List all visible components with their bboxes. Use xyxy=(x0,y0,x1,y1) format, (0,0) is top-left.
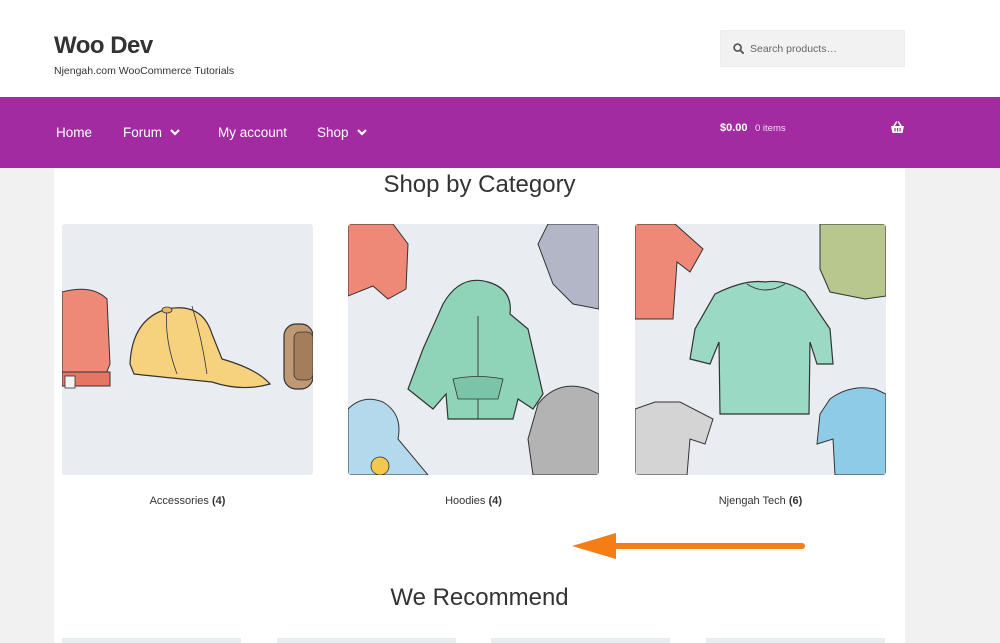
category-card-hoodies[interactable]: Hoodies (4) xyxy=(348,224,599,507)
product-card-placeholder xyxy=(62,638,241,643)
category-image-accessories[interactable] xyxy=(62,224,313,475)
product-card-placeholder xyxy=(277,638,456,643)
hoodies-illustration xyxy=(348,224,599,475)
site-header: Woo Dev Njengah.com WooCommerce Tutorial… xyxy=(0,0,1000,97)
cart-amount: $0.00 xyxy=(720,122,748,134)
header-cart[interactable]: $0.00 0 items xyxy=(720,121,905,138)
accessories-illustration xyxy=(62,288,313,390)
nav-item-my-account[interactable]: My account xyxy=(218,125,287,140)
category-label-accessories[interactable]: Accessories (4) xyxy=(62,495,313,507)
basket-icon xyxy=(891,121,904,133)
chevron-down-icon xyxy=(356,129,367,136)
section-title-recommend: We Recommend xyxy=(390,584,569,611)
category-card-accessories[interactable]: Accessories (4) xyxy=(62,224,313,507)
nav-item-home[interactable]: Home xyxy=(56,125,92,140)
site-tagline: Njengah.com WooCommerce Tutorials xyxy=(54,65,235,77)
nav-item-label: Forum xyxy=(123,125,163,140)
category-name: Njengah Tech xyxy=(718,495,786,507)
section-title-categories: Shop by Category xyxy=(383,171,576,198)
chevron-down-icon xyxy=(170,129,180,136)
category-label-hoodies[interactable]: Hoodies (4) xyxy=(348,495,599,507)
site-title[interactable]: Woo Dev xyxy=(54,32,153,60)
search-icon xyxy=(733,43,744,54)
cart-count: 0 items xyxy=(755,123,786,134)
category-count: (4) xyxy=(211,495,226,507)
main-content: Shop by Category Accessories (4) Hoodies… xyxy=(54,168,905,643)
nav-item-forum[interactable]: Forum xyxy=(123,125,180,140)
category-label-njengah-tech[interactable]: Njengah Tech (6) xyxy=(635,495,886,507)
category-name: Hoodies xyxy=(445,495,486,507)
tshirts-illustration xyxy=(635,224,886,475)
nav-item-label: Home xyxy=(56,125,93,140)
category-name: Accessories xyxy=(149,495,209,507)
primary-navigation: Home Forum My account Shop $0.00 0 items xyxy=(0,97,1000,168)
search-box[interactable] xyxy=(720,30,905,67)
search-input[interactable] xyxy=(750,42,900,55)
product-card-placeholder xyxy=(491,638,670,643)
category-image-njengah-tech[interactable] xyxy=(635,224,886,475)
category-count: (4) xyxy=(488,495,502,507)
nav-item-label: Shop xyxy=(317,125,349,140)
nav-item-shop[interactable]: Shop xyxy=(317,125,367,140)
arrow-annotation xyxy=(572,533,805,559)
category-count: (6) xyxy=(788,495,803,507)
nav-item-label: My account xyxy=(218,125,288,140)
category-image-hoodies[interactable] xyxy=(348,224,599,475)
product-card-placeholder xyxy=(706,638,885,643)
category-card-njengah-tech[interactable]: Njengah Tech (6) xyxy=(635,224,886,507)
